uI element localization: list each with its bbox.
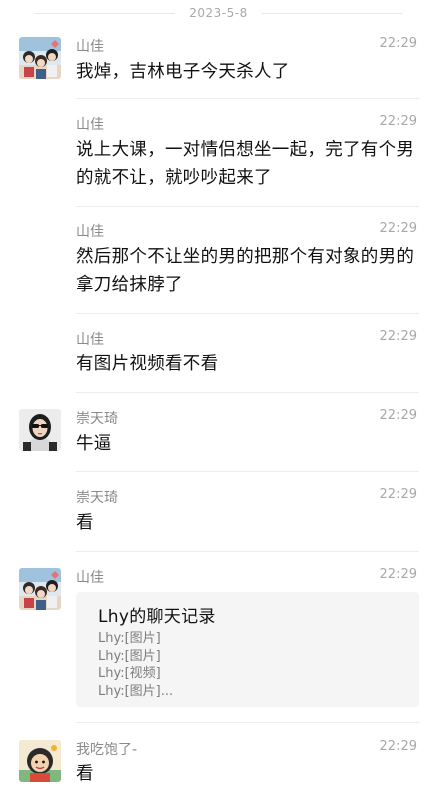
- message-text: 说上大课，一对情侣想坐一起，完了有个男的就不让，就吵吵起来了: [76, 140, 415, 188]
- divider: [76, 206, 419, 207]
- sender-name[interactable]: 山佳: [76, 36, 104, 56]
- divider: [76, 313, 419, 314]
- date-label: 2023-5-8: [189, 6, 248, 20]
- message-time: 22:29: [379, 567, 417, 582]
- chat-record-line: Lhy:[图片]...: [98, 683, 174, 699]
- sunglasses-girl-avatar-icon: [19, 409, 61, 451]
- message-time: 22:29: [379, 487, 417, 502]
- message-time: 22:29: [379, 221, 417, 236]
- message-time: 22:29: [379, 114, 417, 129]
- avatar[interactable]: [19, 568, 61, 610]
- chat-record-line: Lhy:[图片]: [98, 648, 161, 664]
- avatar[interactable]: [19, 740, 61, 782]
- divider: [76, 471, 419, 472]
- message-text: 牛逼: [76, 434, 112, 454]
- cartoon-character-avatar-icon: [19, 740, 61, 782]
- message-time: 22:29: [379, 739, 417, 754]
- sender-name[interactable]: 崇天琦: [76, 408, 118, 428]
- message-text: 有图片视频看不看: [76, 354, 219, 374]
- chat-record-line: Lhy:[视频]: [98, 666, 161, 681]
- divider: [76, 392, 419, 393]
- divider: [76, 98, 419, 99]
- divider: [76, 551, 419, 552]
- message-time: 22:29: [379, 408, 417, 423]
- sender-name[interactable]: 我吃饱了-: [76, 739, 137, 759]
- message-time: 22:29: [379, 36, 417, 51]
- avatar[interactable]: [19, 37, 61, 79]
- sender-name[interactable]: 山佳: [76, 221, 104, 241]
- message-text: 我焯，吉林电子今天杀人了: [76, 62, 290, 82]
- chat-record-preview: Lhy:[图片] Lhy:[图片] Lhy:[视频] Lhy:[图片]...: [98, 630, 173, 700]
- chat-record-title: Lhy的聊天记录: [98, 607, 216, 627]
- date-separator-line-left: [35, 12, 176, 14]
- chat-record-card[interactable]: Lhy的聊天记录 Lhy:[图片] Lhy:[图片] Lhy:[视频] Lhy:…: [76, 592, 419, 707]
- anime-group-avatar-icon: [19, 37, 61, 79]
- message-text: 看: [76, 764, 94, 784]
- divider: [76, 722, 419, 723]
- anime-group-avatar-icon: [19, 568, 61, 610]
- sender-name[interactable]: 山佳: [76, 329, 104, 349]
- message-time: 22:29: [379, 329, 417, 344]
- message-text: 看: [76, 513, 94, 533]
- date-separator-line-right: [261, 12, 402, 14]
- date-separator: 2023-5-8: [0, 0, 437, 26]
- sender-name[interactable]: 山佳: [76, 567, 104, 587]
- chat-record-line: Lhy:[图片]: [98, 631, 161, 646]
- sender-name[interactable]: 崇天琦: [76, 487, 118, 507]
- message-text: 然后那个不让坐的男的把那个有对象的男的拿刀给抹脖了: [76, 247, 415, 295]
- avatar[interactable]: [19, 409, 61, 451]
- sender-name[interactable]: 山佳: [76, 114, 104, 134]
